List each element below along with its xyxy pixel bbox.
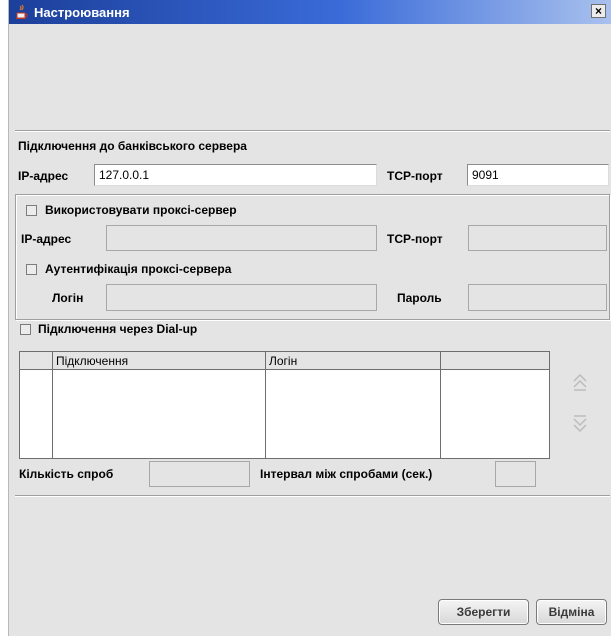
proxy-password-label: Пароль <box>397 291 442 305</box>
save-button[interactable]: Зберегти <box>438 599 529 625</box>
server-port-label: TCP-порт <box>387 169 443 183</box>
java-cup-icon <box>16 4 28 19</box>
table-column-divider <box>265 370 266 458</box>
bank-server-section-title: Підключення до банківського сервера <box>18 139 247 153</box>
proxy-ip-input[interactable] <box>106 225 377 251</box>
server-port-input[interactable]: 9091 <box>467 164 609 186</box>
interval-label: Інтервал між спробами (сек.) <box>260 467 433 481</box>
proxy-login-input[interactable] <box>106 284 377 311</box>
move-down-icon[interactable] <box>572 414 588 434</box>
proxy-port-input[interactable] <box>468 225 607 251</box>
proxy-ip-label: IP-адрес <box>21 232 72 246</box>
table-column-divider <box>52 370 53 458</box>
window-title: Настроювання <box>34 5 130 20</box>
table-header-login[interactable]: Логін <box>266 352 441 370</box>
proxy-auth-checkbox[interactable] <box>26 264 37 275</box>
proxy-auth-label: Аутентифікація проксі-сервера <box>45 262 232 276</box>
close-icon: × <box>594 4 602 18</box>
close-button[interactable]: × <box>591 4 606 18</box>
section-divider <box>15 130 610 132</box>
server-ip-input[interactable]: 127.0.0.1 <box>94 164 377 186</box>
attempts-label: Кількість спроб <box>19 467 114 481</box>
dialup-checkbox[interactable] <box>20 324 31 335</box>
server-ip-label: IP-адрес <box>18 169 69 183</box>
table-header-index <box>20 352 53 370</box>
title-bar[interactable]: Настроювання × <box>9 0 611 24</box>
proxy-password-input[interactable] <box>468 284 607 311</box>
cancel-button[interactable]: Відміна <box>536 599 607 625</box>
proxy-login-label: Логін <box>52 291 84 305</box>
table-column-divider <box>440 370 441 458</box>
dialup-table[interactable]: Підключення Логін <box>19 351 550 459</box>
table-header-extra <box>441 352 549 370</box>
attempts-input[interactable] <box>149 461 250 487</box>
dialup-label: Підключення через Dial-up <box>38 322 198 336</box>
move-up-icon[interactable] <box>572 372 588 392</box>
use-proxy-label: Використовувати проксі-сервер <box>45 203 237 217</box>
table-header-connection[interactable]: Підключення <box>53 352 266 370</box>
interval-input[interactable] <box>495 461 536 487</box>
section-divider <box>15 495 610 497</box>
use-proxy-checkbox[interactable] <box>26 205 37 216</box>
proxy-port-label: TCP-порт <box>387 232 443 246</box>
settings-dialog: Настроювання × Підключення до банківсько… <box>8 0 611 636</box>
